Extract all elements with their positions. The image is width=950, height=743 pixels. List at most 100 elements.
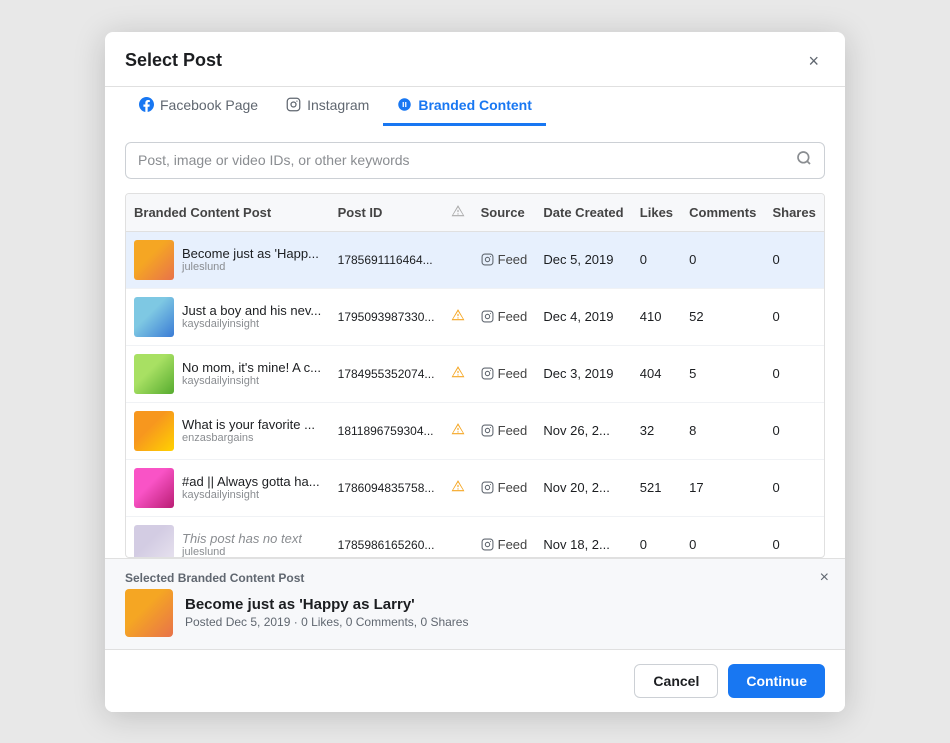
facebook-icon	[139, 97, 154, 112]
post-title: No mom, it's mine! A c...	[182, 360, 321, 375]
post-thumbnail	[134, 297, 174, 337]
post-author: juleslund	[182, 546, 302, 558]
likes-cell: 0	[632, 231, 681, 288]
posts-table-container: Branded Content Post Post ID Source Date…	[125, 193, 825, 558]
date-cell: Nov 26, 2...	[535, 402, 631, 459]
tab-instagram[interactable]: Instagram	[272, 87, 383, 126]
close-button[interactable]: ×	[802, 50, 825, 72]
col-alert	[443, 194, 473, 232]
post-info: #ad || Always gotta ha... kaysdailyinsig…	[182, 474, 320, 501]
post-id-cell: 1785691116464...	[330, 231, 443, 288]
branded-content-icon	[397, 97, 412, 112]
table-row[interactable]: Become just as 'Happ... juleslund 178569…	[126, 231, 824, 288]
col-post: Branded Content Post	[126, 194, 330, 232]
table-header-row: Branded Content Post Post ID Source Date…	[126, 194, 824, 232]
post-author: kaysdailyinsight	[182, 318, 321, 330]
post-cell: Become just as 'Happ... juleslund	[126, 231, 330, 288]
tab-instagram-label: Instagram	[307, 97, 369, 113]
post-thumbnail	[134, 240, 174, 280]
post-thumbnail	[134, 468, 174, 508]
col-comments: Comments	[681, 194, 764, 232]
alert-cell	[443, 231, 473, 288]
selected-bar: Selected Branded Content Post Become jus…	[105, 558, 845, 649]
date-cell: Nov 18, 2...	[535, 516, 631, 558]
post-cell: No mom, it's mine! A c... kaysdailyinsig…	[126, 345, 330, 402]
shares-cell: 0	[764, 345, 824, 402]
col-source: Source	[473, 194, 536, 232]
post-title: #ad || Always gotta ha...	[182, 474, 320, 489]
col-shares: Shares	[764, 194, 824, 232]
shares-cell: 0	[764, 231, 824, 288]
continue-button[interactable]: Continue	[728, 664, 825, 698]
post-author: kaysdailyinsight	[182, 489, 320, 501]
tab-facebook[interactable]: Facebook Page	[125, 87, 272, 126]
post-info: This post has no text juleslund	[182, 531, 302, 558]
post-cell: This post has no text juleslund	[126, 516, 330, 558]
post-cell: #ad || Always gotta ha... kaysdailyinsig…	[126, 459, 330, 516]
cancel-button[interactable]: Cancel	[634, 664, 718, 698]
posts-table: Branded Content Post Post ID Source Date…	[126, 194, 824, 558]
alert-cell	[443, 516, 473, 558]
modal-footer: Cancel Continue	[105, 649, 845, 712]
likes-cell: 404	[632, 345, 681, 402]
alert-cell	[443, 288, 473, 345]
likes-cell: 410	[632, 288, 681, 345]
table-body: Become just as 'Happ... juleslund 178569…	[126, 231, 824, 558]
tab-facebook-label: Facebook Page	[160, 97, 258, 113]
post-id-cell: 1795093987330...	[330, 288, 443, 345]
source-cell: Feed	[473, 402, 536, 459]
modal-body: Branded Content Post Post ID Source Date…	[105, 126, 845, 558]
post-info: No mom, it's mine! A c... kaysdailyinsig…	[182, 360, 321, 387]
post-id-cell: 1785986165260...	[330, 516, 443, 558]
comments-cell: 8	[681, 402, 764, 459]
date-cell: Dec 3, 2019	[535, 345, 631, 402]
shares-cell: 0	[764, 288, 824, 345]
selected-post-info: Become just as 'Happy as Larry' Posted D…	[185, 596, 468, 629]
table-row[interactable]: No mom, it's mine! A c... kaysdailyinsig…	[126, 345, 824, 402]
post-title: This post has no text	[182, 531, 302, 546]
table-row[interactable]: Just a boy and his nev... kaysdailyinsig…	[126, 288, 824, 345]
post-title: Just a boy and his nev...	[182, 303, 321, 318]
post-title: What is your favorite ...	[182, 417, 315, 432]
shares-cell: 0	[764, 402, 824, 459]
post-author: enzasbargains	[182, 432, 315, 444]
post-thumbnail	[134, 411, 174, 451]
post-thumbnail	[134, 354, 174, 394]
post-info: Just a boy and his nev... kaysdailyinsig…	[182, 303, 321, 330]
source-cell: Feed	[473, 345, 536, 402]
source-cell: Feed	[473, 288, 536, 345]
tab-branded-content[interactable]: Branded Content	[383, 87, 546, 126]
comments-cell: 5	[681, 345, 764, 402]
post-info: What is your favorite ... enzasbargains	[182, 417, 315, 444]
modal-title: Select Post	[125, 50, 222, 85]
date-cell: Dec 4, 2019	[535, 288, 631, 345]
modal-overlay: Select Post × Facebook Page Instagram	[0, 0, 950, 743]
post-cell: What is your favorite ... enzasbargains	[126, 402, 330, 459]
selected-bar-label: Selected Branded Content Post	[125, 571, 825, 585]
post-author: kaysdailyinsight	[182, 375, 321, 387]
comments-cell: 0	[681, 231, 764, 288]
col-likes: Likes	[632, 194, 681, 232]
search-input[interactable]	[138, 152, 796, 168]
source-cell: Feed	[473, 231, 536, 288]
source-cell: Feed	[473, 459, 536, 516]
likes-cell: 0	[632, 516, 681, 558]
post-author: juleslund	[182, 261, 319, 273]
source-cell: Feed	[473, 516, 536, 558]
alert-cell	[443, 402, 473, 459]
col-date: Date Created	[535, 194, 631, 232]
post-id-cell: 1784955352074...	[330, 345, 443, 402]
date-cell: Dec 5, 2019	[535, 231, 631, 288]
post-id-cell: 1811896759304...	[330, 402, 443, 459]
instagram-icon	[286, 97, 301, 112]
table-row[interactable]: What is your favorite ... enzasbargains …	[126, 402, 824, 459]
post-cell: Just a boy and his nev... kaysdailyinsig…	[126, 288, 330, 345]
table-row[interactable]: #ad || Always gotta ha... kaysdailyinsig…	[126, 459, 824, 516]
likes-cell: 32	[632, 402, 681, 459]
post-thumbnail	[134, 525, 174, 558]
post-id-cell: 1786094835758...	[330, 459, 443, 516]
selected-bar-close-button[interactable]: ×	[820, 569, 829, 587]
table-row[interactable]: This post has no text juleslund 17859861…	[126, 516, 824, 558]
search-bar	[125, 142, 825, 179]
tab-bar: Facebook Page Instagram Branded Content	[105, 87, 845, 126]
